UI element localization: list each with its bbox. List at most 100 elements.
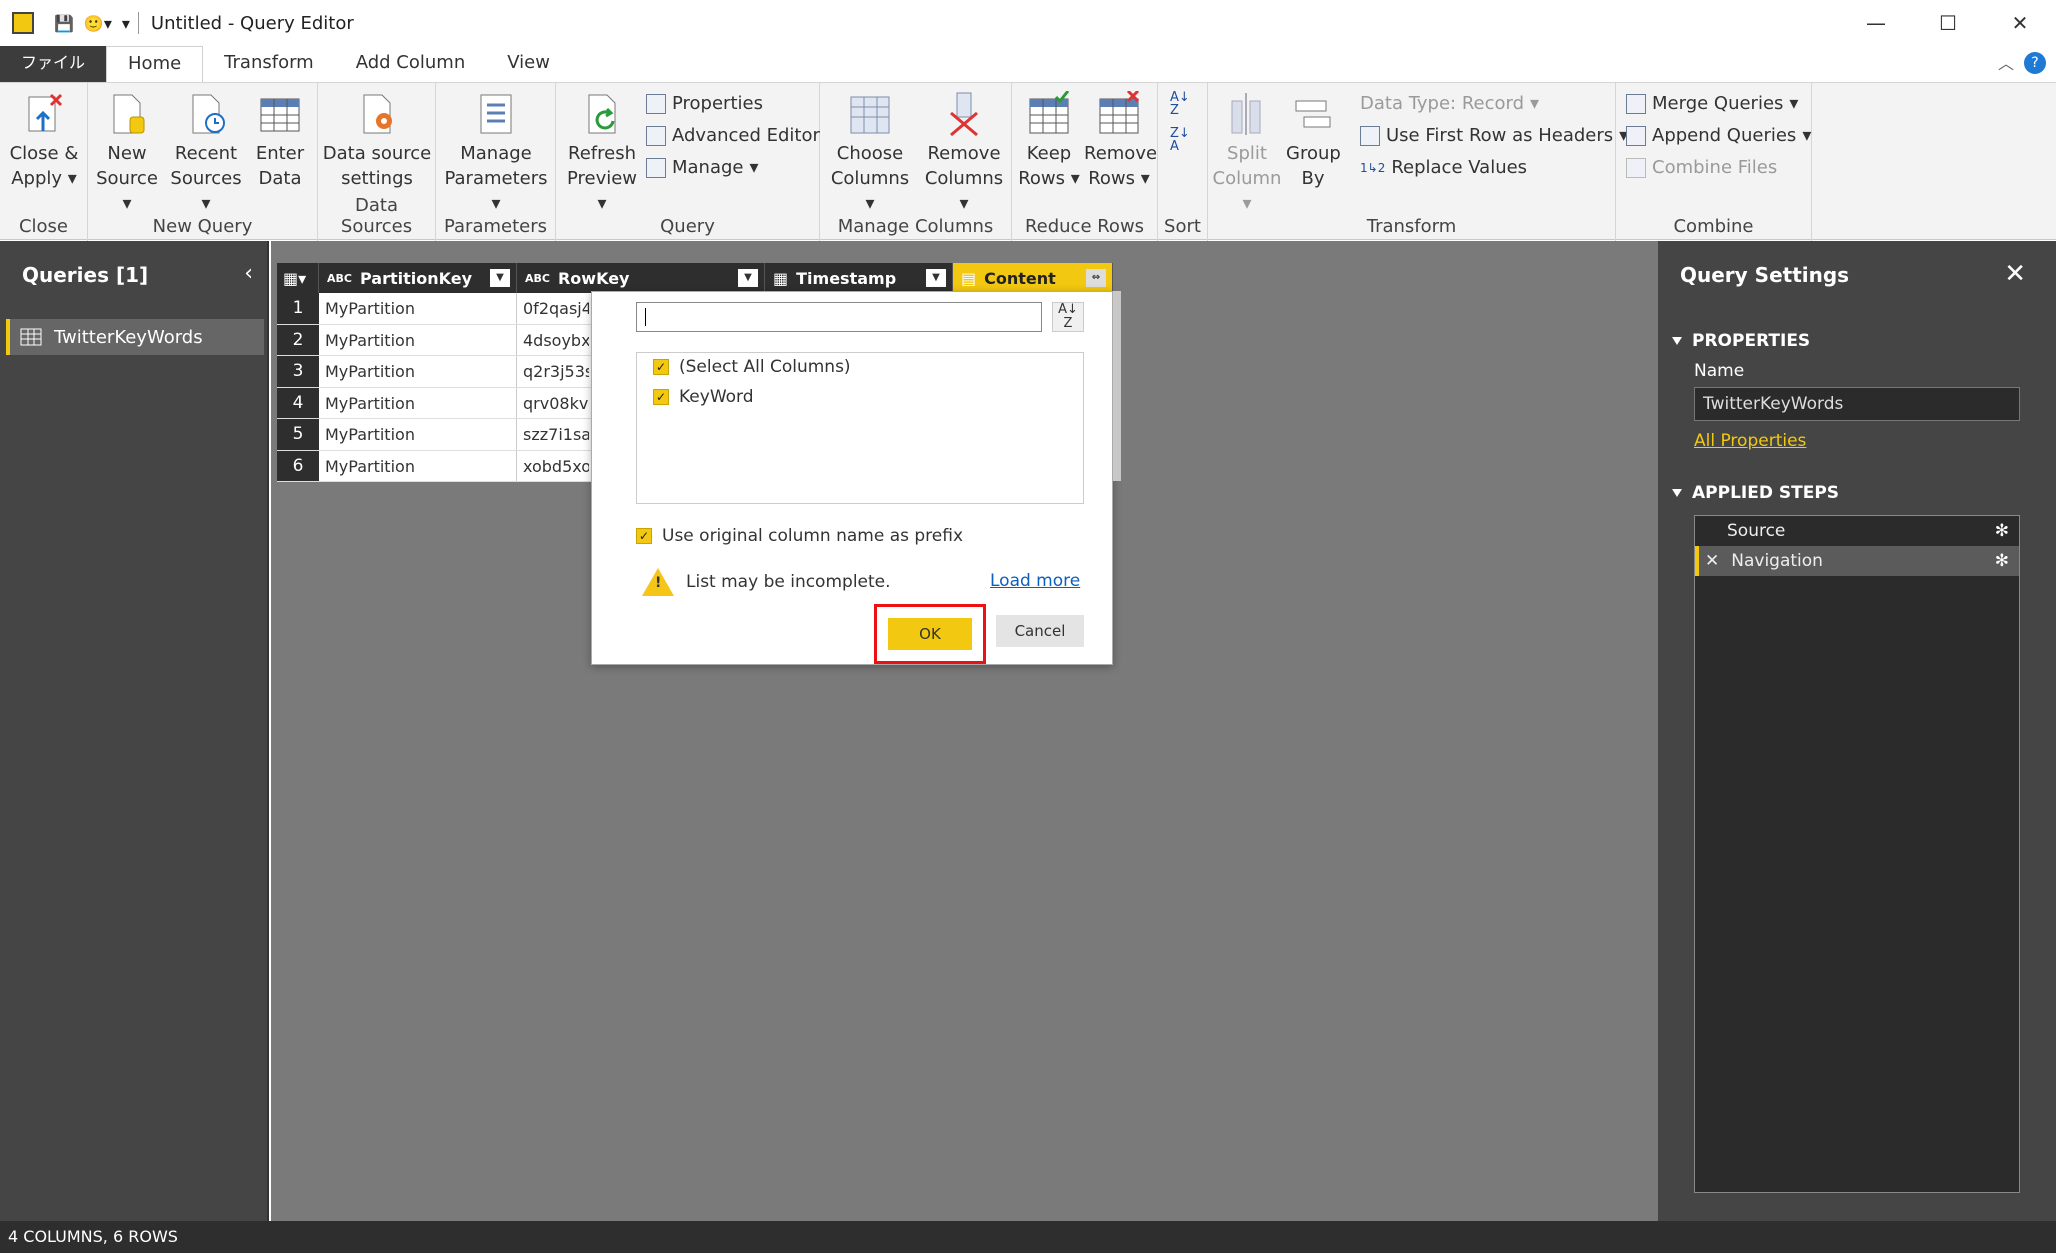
keyword-column-checkbox[interactable]: ✓ KeyWord — [653, 387, 754, 407]
customize-toolbar-icon[interactable]: ▾ — [122, 14, 130, 33]
select-all-columns-checkbox[interactable]: ✓ (Select All Columns) — [653, 357, 851, 377]
gear-icon[interactable]: ✻ — [1995, 521, 2009, 541]
remove-rows-button[interactable]: Remove Rows ▾ — [1084, 89, 1157, 191]
group-by-button[interactable]: Group By — [1286, 91, 1341, 191]
query-settings-pane: Query Settings ✕ PROPERTIES Name Twitter… — [1658, 241, 2056, 1221]
collapse-ribbon-icon[interactable]: ︿ — [1998, 50, 2014, 74]
enter-data-button[interactable]: Enter Data — [250, 91, 310, 191]
properties-section[interactable]: PROPERTIES — [1672, 331, 1810, 351]
title-bar: 💾 🙂▾ ▾ Untitled - Query Editor — ☐ ✕ — [0, 0, 2056, 46]
choose-columns-button[interactable]: Choose Columns ▾ — [824, 91, 916, 216]
warning-icon: ! — [642, 568, 674, 596]
merge-queries-button[interactable]: Merge Queries ▾ — [1626, 93, 1798, 114]
close-apply-button[interactable]: Close & Apply ▾ — [8, 91, 80, 191]
column-search-input[interactable] — [636, 302, 1042, 332]
close-pane-icon[interactable]: ✕ — [2004, 259, 2026, 289]
grid-header: ▦▾ ABC PartitionKey ▼ ABC RowKey ▼ ▦ Timest… — [277, 263, 1113, 293]
advanced-editor-icon — [646, 125, 666, 146]
close-window-button[interactable]: ✕ — [1984, 0, 2056, 46]
manage-button[interactable]: Manage ▾ — [646, 157, 759, 178]
help-icon[interactable]: ? — [2024, 52, 2046, 74]
refresh-preview-button[interactable]: Refresh Preview ▾ — [562, 91, 642, 216]
sort-ascending-button[interactable]: A↓ Z — [1170, 91, 1190, 117]
group-by-icon — [1290, 91, 1336, 137]
group-label-sort: Sort — [1164, 216, 1201, 237]
smiley-feedback-icon[interactable]: 🙂▾ — [84, 14, 112, 33]
step-navigation[interactable]: ✕ Navigation ✻ — [1695, 546, 2019, 576]
status-bar: 4 COLUMNS, 6 ROWS — [0, 1221, 2056, 1253]
text-type-icon: ABC — [525, 271, 550, 285]
tab-add-column[interactable]: Add Column — [335, 46, 487, 82]
applied-steps-list: Source ✻ ✕ Navigation ✻ — [1694, 515, 2020, 1193]
ribbon-tabs: ファイル Home Transform Add Column View ︿ ? — [0, 46, 2056, 82]
expand-column-dialog: A↓ Z ✓ (Select All Columns) ✓ KeyWord ✓ U… — [591, 291, 1113, 665]
query-item-twitterkeywords[interactable]: TwitterKeyWords — [6, 319, 264, 355]
delete-step-icon[interactable]: ✕ — [1699, 551, 1719, 571]
window-title: Untitled - Query Editor — [150, 12, 354, 34]
gear-icon[interactable]: ✻ — [1995, 551, 2009, 571]
column-header-rowkey[interactable]: ABC RowKey ▼ — [517, 263, 765, 293]
step-source[interactable]: Source ✻ — [1695, 516, 2019, 546]
minimize-button[interactable]: — — [1840, 0, 1912, 46]
title-separator — [137, 12, 139, 34]
collapse-queries-icon[interactable]: ‹ — [244, 261, 253, 286]
append-queries-button[interactable]: Append Queries ▾ — [1626, 125, 1811, 146]
manage-icon — [646, 157, 666, 178]
quick-access-toolbar: 💾 🙂▾ ▾ — [54, 14, 130, 33]
sort-descending-button[interactable]: Z↓ A — [1170, 127, 1190, 153]
combine-files-button[interactable]: Combine Files — [1626, 157, 1777, 178]
manage-parameters-button[interactable]: Manage Parameters ▾ — [440, 91, 552, 216]
group-reduce-rows: Keep Rows ▾ Remove Rows ▾ Reduce Rows — [1012, 83, 1158, 241]
close-apply-icon — [21, 91, 67, 137]
group-query: Refresh Preview ▾ Properties Advanced Ed… — [556, 83, 820, 241]
save-icon[interactable]: 💾 — [54, 14, 74, 33]
load-more-link[interactable]: Load more — [990, 571, 1080, 591]
sort-ascending-icon: A↓ Z — [1170, 90, 1190, 118]
filter-dropdown-icon[interactable]: ▼ — [926, 269, 946, 287]
sort-columns-button[interactable]: A↓ Z — [1052, 302, 1084, 332]
advanced-editor-button[interactable]: Advanced Editor — [646, 125, 820, 146]
group-combine: Merge Queries ▾ Append Queries ▾ Combine… — [1616, 83, 1812, 241]
maximize-button[interactable]: ☐ — [1912, 0, 1984, 46]
data-source-settings-button[interactable]: Data source settings — [322, 91, 432, 191]
properties-button[interactable]: Properties — [646, 93, 763, 114]
cancel-button[interactable]: Cancel — [996, 615, 1084, 647]
new-source-icon — [104, 91, 150, 137]
tab-home[interactable]: Home — [106, 46, 204, 82]
query-name-field[interactable]: TwitterKeyWords — [1694, 387, 2020, 421]
checkbox-checked-icon: ✓ — [653, 389, 669, 405]
group-label-combine: Combine — [1673, 216, 1754, 237]
split-column-button[interactable]: Split Column ▾ — [1212, 91, 1282, 216]
column-header-timestamp[interactable]: ▦ Timestamp ▼ — [765, 263, 953, 293]
data-type-dropdown[interactable]: Data Type: Record ▾ — [1360, 93, 1539, 114]
queries-pane: Queries [1] ‹ TwitterKeyWords — [0, 241, 269, 1221]
table-menu-icon[interactable]: ▦▾ — [277, 263, 319, 293]
keep-rows-button[interactable]: Keep Rows ▾ — [1016, 90, 1082, 191]
filter-dropdown-icon[interactable]: ▼ — [490, 269, 510, 287]
group-transform: Split Column ▾ Group By Data Type: Recor… — [1208, 83, 1628, 241]
column-list: ✓ (Select All Columns) ✓ KeyWord — [636, 352, 1084, 504]
remove-columns-icon — [941, 91, 987, 137]
ok-highlight-box: OK — [874, 604, 986, 664]
all-properties-link[interactable]: All Properties — [1694, 431, 1806, 451]
group-label-data-sources: Data Sources — [340, 195, 413, 237]
expand-column-icon[interactable]: ⇔ — [1086, 269, 1106, 287]
tab-transform[interactable]: Transform — [203, 46, 335, 82]
use-prefix-checkbox[interactable]: ✓ Use original column name as prefix — [636, 526, 963, 546]
tab-file[interactable]: ファイル — [0, 46, 107, 82]
new-source-button[interactable]: New Source ▾ — [94, 91, 160, 216]
use-first-row-headers-button[interactable]: Use First Row as Headers ▾ — [1360, 125, 1628, 146]
group-label-parameters: Parameters — [443, 216, 548, 237]
column-header-partitionkey[interactable]: ABC PartitionKey ▼ — [319, 263, 517, 293]
filter-dropdown-icon[interactable]: ▼ — [738, 269, 758, 287]
remove-columns-button[interactable]: Remove Columns ▾ — [918, 91, 1010, 216]
name-label: Name — [1694, 361, 1745, 381]
column-header-content[interactable]: ▤ Content ⇔ — [953, 263, 1113, 293]
ok-button[interactable]: OK — [888, 618, 972, 650]
applied-steps-section[interactable]: APPLIED STEPS — [1672, 483, 1839, 503]
dialog-scrollbar[interactable] — [1113, 291, 1121, 481]
replace-values-button[interactable]: 1↳2 Replace Values — [1360, 157, 1527, 178]
recent-sources-button[interactable]: Recent Sources ▾ — [166, 91, 246, 216]
refresh-icon — [579, 91, 625, 137]
tab-view[interactable]: View — [486, 46, 571, 82]
